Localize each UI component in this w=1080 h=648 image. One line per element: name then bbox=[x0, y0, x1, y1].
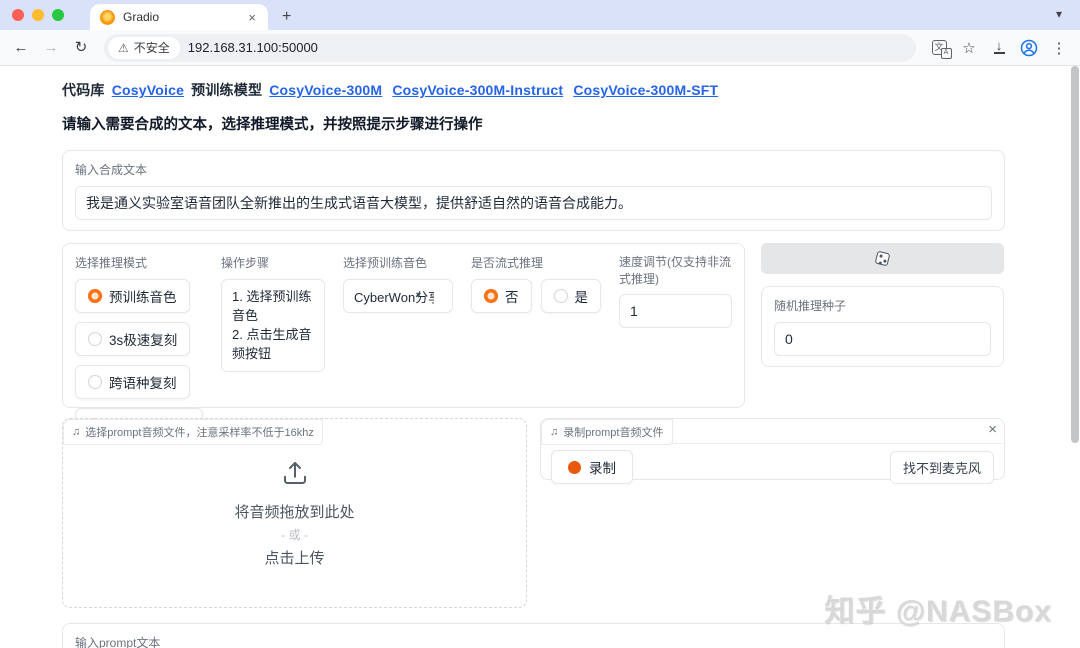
link-cosyvoice[interactable]: CosyVoice bbox=[112, 82, 184, 98]
tab-close-icon[interactable]: × bbox=[246, 10, 258, 25]
step-1: 1. 选择预训练音色 bbox=[232, 288, 314, 326]
prompt-text-block: 输入prompt文本 bbox=[62, 623, 1005, 648]
window-close-button[interactable] bbox=[12, 9, 24, 21]
streaming-option-label: 否 bbox=[505, 286, 519, 306]
streaming-option-no[interactable]: 否 bbox=[471, 279, 532, 313]
radio-icon bbox=[554, 289, 568, 303]
repo-label: 代码库 bbox=[62, 82, 105, 98]
record-header: ♫ 录制prompt音频文件 × bbox=[541, 419, 1004, 444]
browser-menu-icon[interactable]: ⋮ bbox=[1046, 35, 1072, 61]
music-icon: ♫ bbox=[550, 426, 558, 438]
speed-group: 速度调节(仅支持非流式推理) bbox=[619, 254, 732, 397]
link-cosyvoice-300m-sft[interactable]: CosyVoice-300M-SFT bbox=[573, 82, 718, 98]
mode-option-3s-clone[interactable]: 3s极速复刻 bbox=[75, 322, 190, 356]
tab-title: Gradio bbox=[123, 10, 238, 24]
window-controls bbox=[0, 0, 76, 30]
mode-option-pretrained[interactable]: 预训练音色 bbox=[75, 279, 190, 313]
step-2: 2. 点击生成音频按钮 bbox=[232, 326, 314, 364]
record-zone-label: ♫ 录制prompt音频文件 bbox=[541, 419, 673, 445]
speed-input[interactable] bbox=[619, 294, 732, 328]
gradio-favicon-icon bbox=[100, 10, 115, 25]
click-to-upload-text[interactable]: 点击上传 bbox=[264, 547, 324, 568]
microphone-status-button[interactable]: 找不到麦克风 bbox=[890, 451, 994, 484]
browser-toolbar: ← → ↻ ⚠ 不安全 192.168.31.100:50000 文A ☆ ↓ … bbox=[0, 30, 1080, 66]
tts-text-block: 输入合成文本 bbox=[62, 150, 1005, 231]
upload-icon bbox=[280, 458, 310, 493]
prompt-audio-record-zone: ♫ 录制prompt音频文件 × 录制 找不到麦克风 bbox=[540, 418, 1005, 480]
or-text: - 或 - bbox=[281, 526, 308, 543]
mode-option-label: 预训练音色 bbox=[109, 286, 177, 306]
seed-label: 随机推理种子 bbox=[774, 297, 991, 314]
inference-mode-label: 选择推理模式 bbox=[75, 254, 203, 271]
media-row: ♫ 选择prompt音频文件，注意采样率不低于16khz 将音频拖放到此处 - … bbox=[62, 418, 1005, 608]
tts-text-label: 输入合成文本 bbox=[75, 161, 992, 178]
record-close-icon[interactable]: × bbox=[988, 422, 997, 437]
mode-option-crosslingual[interactable]: 跨语种复刻 bbox=[75, 365, 190, 399]
record-controls: 录制 找不到麦克风 bbox=[541, 444, 1004, 490]
page-scrollbar[interactable] bbox=[1071, 66, 1079, 443]
voice-select-label: 选择预训练音色 bbox=[343, 254, 453, 271]
security-chip[interactable]: ⚠ 不安全 bbox=[108, 37, 180, 59]
streaming-group: 是否流式推理 否 是 bbox=[471, 254, 601, 397]
record-button[interactable]: 录制 bbox=[551, 450, 633, 484]
not-secure-warning-icon: ⚠ bbox=[118, 41, 129, 55]
random-seed-dice-button[interactable] bbox=[761, 243, 1004, 274]
pretrain-label: 预训练模型 bbox=[191, 82, 262, 98]
browser-tab-gradio[interactable]: Gradio × bbox=[90, 4, 268, 30]
speed-label: 速度调节(仅支持非流式推理) bbox=[619, 254, 732, 288]
steps-group: 操作步骤 1. 选择预训练音色 2. 点击生成音频按钮 bbox=[221, 254, 325, 397]
drop-here-text: 将音频拖放到此处 bbox=[234, 501, 354, 522]
reload-button[interactable]: ↻ bbox=[68, 35, 94, 61]
steps-label: 操作步骤 bbox=[221, 254, 325, 271]
link-cosyvoice-300m[interactable]: CosyVoice-300M bbox=[269, 82, 382, 98]
radio-checked-icon bbox=[484, 289, 498, 303]
streaming-option-yes[interactable]: 是 bbox=[541, 279, 602, 313]
voice-select-dropdown[interactable]: ▾ bbox=[343, 279, 453, 313]
prompt-audio-upload-zone[interactable]: ♫ 选择prompt音频文件，注意采样率不低于16khz 将音频拖放到此处 - … bbox=[62, 418, 527, 608]
gradio-page: 代码库 CosyVoice 预训练模型 CosyVoice-300M CosyV… bbox=[0, 66, 1080, 648]
prompt-text-label: 输入prompt文本 bbox=[75, 634, 992, 648]
mode-option-label: 3s极速复刻 bbox=[109, 329, 177, 349]
tts-text-input[interactable] bbox=[75, 186, 992, 220]
streaming-option-label: 是 bbox=[575, 286, 589, 306]
voice-select-group: 选择预训练音色 ▾ bbox=[343, 254, 453, 397]
steps-text: 1. 选择预训练音色 2. 点击生成音频按钮 bbox=[221, 279, 325, 372]
seed-column: 随机推理种子 bbox=[761, 243, 1004, 367]
address-bar[interactable]: ⚠ 不安全 192.168.31.100:50000 bbox=[104, 34, 916, 62]
radio-icon bbox=[88, 332, 102, 346]
record-dot-icon bbox=[568, 461, 581, 474]
streaming-label: 是否流式推理 bbox=[471, 254, 601, 271]
voice-select-input[interactable] bbox=[343, 279, 453, 313]
bookmark-star-icon[interactable]: ☆ bbox=[956, 35, 982, 61]
params-box: 选择推理模式 预训练音色 3s极速复刻 跨语种复刻 自然语言控制 bbox=[62, 243, 745, 408]
forward-button[interactable]: → bbox=[38, 35, 64, 61]
params-row: 选择推理模式 预训练音色 3s极速复刻 跨语种复刻 自然语言控制 bbox=[62, 243, 1005, 408]
tab-search-chevron-icon[interactable]: ▾ bbox=[1048, 4, 1070, 26]
browser-tab-strip: Gradio × + ▾ bbox=[0, 0, 1080, 30]
seed-card: 随机推理种子 bbox=[761, 286, 1004, 367]
window-minimize-button[interactable] bbox=[32, 9, 44, 21]
page-instruction: 请输入需要合成的文本，选择推理模式，并按照提示步骤进行操作 bbox=[62, 113, 1005, 134]
new-tab-button[interactable]: + bbox=[282, 8, 291, 30]
profile-icon[interactable] bbox=[1016, 35, 1042, 61]
model-links-line: 代码库 CosyVoice 预训练模型 CosyVoice-300M CosyV… bbox=[62, 80, 1005, 100]
url-text: 192.168.31.100:50000 bbox=[188, 40, 318, 55]
not-secure-label: 不安全 bbox=[134, 39, 170, 56]
seed-input[interactable] bbox=[774, 322, 991, 356]
radio-checked-icon bbox=[88, 289, 102, 303]
downloads-icon[interactable]: ↓ bbox=[986, 35, 1012, 61]
window-zoom-button[interactable] bbox=[52, 9, 64, 21]
upload-dropárea[interactable]: 将音频拖放到此处 - 或 - 点击上传 bbox=[63, 419, 526, 607]
radio-icon bbox=[88, 375, 102, 389]
translate-icon[interactable]: 文A bbox=[926, 35, 952, 61]
link-cosyvoice-300m-instruct[interactable]: CosyVoice-300M-Instruct bbox=[392, 82, 563, 98]
mode-option-label: 跨语种复刻 bbox=[109, 372, 177, 392]
dice-icon bbox=[875, 251, 891, 267]
back-button[interactable]: ← bbox=[8, 35, 34, 61]
inference-mode-group: 选择推理模式 预训练音色 3s极速复刻 跨语种复刻 自然语言控制 bbox=[75, 254, 203, 397]
